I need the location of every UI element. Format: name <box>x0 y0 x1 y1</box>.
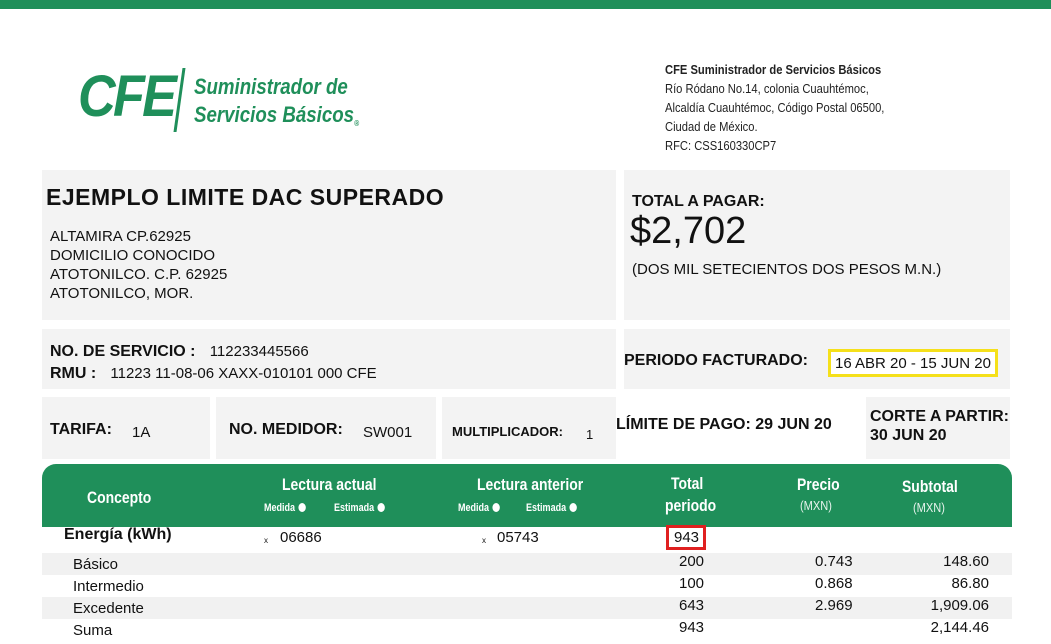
medida-dot-icon <box>492 503 500 512</box>
table-row: Básico 200 0.743 148.60 <box>42 553 1012 575</box>
company-address-2: Alcaldía Cuauhtémoc, Código Postal 06500… <box>665 100 885 115</box>
actual-estimate-marker: x <box>264 536 268 545</box>
customer-panel: EJEMPLO LIMITE DAC SUPERADO ALTAMIRA CP.… <box>42 170 616 320</box>
row-total: 200 <box>679 553 705 570</box>
row-concept: Suma <box>73 622 113 639</box>
customer-address: ALTAMIRA CP.62925 DOMICILIO CONOCIDO ATO… <box>50 227 227 303</box>
service-panel: NO. DE SERVICIO : 112233445566 RMU : 112… <box>42 329 616 389</box>
rmu-row: RMU : 11223 11-08-06 XAXX-010101 000 CFE <box>50 365 377 383</box>
total-label: TOTAL A PAGAR: <box>632 193 765 210</box>
cutoff-cell: CORTE A PARTIR: 30 JUN 20 <box>866 397 1010 459</box>
table-row: Suma 943 2,144.46 <box>42 619 1012 641</box>
cfe-logo: CFE Suministrador de Servicios Básicos® <box>78 66 368 136</box>
medida-dot-icon <box>298 503 306 512</box>
company-name: CFE Suministrador de Servicios Básicos <box>665 62 882 77</box>
row-price: 0.743 <box>815 553 853 570</box>
service-number-row: NO. DE SERVICIO : 112233445566 <box>50 343 309 361</box>
header-actual-estimada: Estimada <box>334 502 385 514</box>
customer-name: EJEMPLO LIMITE DAC SUPERADO <box>46 184 445 210</box>
header-concepto: Concepto <box>87 488 152 507</box>
header-total-periodo-2: periodo <box>665 496 717 515</box>
lectura-anterior-value: 05743 <box>497 529 539 546</box>
total-amount-words: (DOS MIL SETECIENTOS DOS PESOS M.N.) <box>632 261 942 278</box>
top-accent-bar <box>0 0 1051 9</box>
header-precio-unit: (MXN) <box>800 498 832 513</box>
logo-divider <box>173 68 186 132</box>
row-concept: Básico <box>73 556 119 573</box>
header-lectura-anterior: Lectura anterior <box>477 475 584 494</box>
due-date-cell: LÍMITE DE PAGO: 29 JUN 20 <box>616 397 866 459</box>
cutoff-label: CORTE A PARTIR: <box>870 408 1009 425</box>
row-total: 100 <box>679 575 705 592</box>
service-number-value: 112233445566 <box>209 343 309 360</box>
header-total-periodo-1: Total <box>671 474 704 493</box>
rmu-label: RMU : <box>50 365 97 382</box>
company-info: CFE Suministrador de Servicios Básicos R… <box>665 60 884 155</box>
row-subtotal: 148.60 <box>943 553 989 570</box>
consumption-table-header: Concepto Lectura actual Medida Estimada … <box>42 464 1012 528</box>
lectura-actual-value: 06686 <box>280 529 322 546</box>
customer-address-4: ATOTONILCO, MOR. <box>50 285 194 302</box>
energy-total-value: 943 <box>666 525 707 550</box>
multiplier-cell: MULTIPLICADOR: 1 <box>442 397 616 459</box>
row-total: 943 <box>679 619 705 636</box>
multiplier-value: 1 <box>586 427 594 442</box>
billing-period-panel: PERIODO FACTURADO: 16 ABR 20 - 15 JUN 20 <box>624 329 1010 389</box>
customer-address-3: ATOTONILCO. C.P. 62925 <box>50 266 228 283</box>
billing-period-value: 16 ABR 20 - 15 JUN 20 <box>828 349 998 377</box>
billing-period-label: PERIODO FACTURADO: <box>624 352 808 369</box>
logo-mark: CFE <box>78 64 177 129</box>
company-address-1: Río Ródano No.14, colonia Cuauhtémoc, <box>665 81 869 96</box>
header-precio: Precio <box>797 475 840 494</box>
logo-line2: Servicios Básicos® <box>194 102 360 128</box>
row-subtotal: 86.80 <box>951 575 989 592</box>
service-number-label: NO. DE SERVICIO : <box>50 343 196 360</box>
table-row: Excedente 643 2.969 1,909.06 <box>42 597 1012 619</box>
row-total: 643 <box>679 597 705 614</box>
cutoff-date: 30 JUN 20 <box>870 427 947 444</box>
customer-address-1: ALTAMIRA CP.62925 <box>50 228 191 245</box>
row-price: 0.868 <box>815 575 853 592</box>
company-rfc: RFC: CSS160330CP7 <box>665 138 777 153</box>
row-subtotal: 1,909.06 <box>930 597 989 614</box>
logo-line1: Suministrador de <box>194 74 348 99</box>
estimada-dot-icon <box>569 503 577 512</box>
header-anterior-estimada: Estimada <box>526 502 577 514</box>
header-actual-medida: Medida <box>264 502 306 514</box>
tariff-label: TARIFA: <box>50 421 112 438</box>
row-subtotal: 2,144.46 <box>930 619 989 636</box>
company-address-3: Ciudad de México. <box>665 119 758 134</box>
estimada-dot-icon <box>377 503 385 512</box>
total-panel: TOTAL A PAGAR: $2,702 (DOS MIL SETECIENT… <box>624 170 1010 320</box>
meter-label: NO. MEDIDOR: <box>229 421 343 438</box>
meter-cell: NO. MEDIDOR: SW001 <box>216 397 436 459</box>
header-anterior-medida: Medida <box>458 502 500 514</box>
due-date-label: LÍMITE DE PAGO: 29 JUN 20 <box>616 416 832 433</box>
total-amount: $2,702 <box>630 210 747 252</box>
multiplier-label: MULTIPLICADOR: <box>452 424 563 439</box>
row-concept: Excedente <box>73 600 144 617</box>
energy-row: Energía (kWh) x 06686 x 05743 943 <box>42 525 1012 553</box>
rmu-value: 11223 11-08-06 XAXX-010101 000 CFE <box>110 365 377 382</box>
previous-estimate-marker: x <box>482 536 486 545</box>
table-row: Intermedio 100 0.868 86.80 <box>42 575 1012 597</box>
row-price: 2.969 <box>815 597 853 614</box>
row-concept: Intermedio <box>73 578 144 595</box>
energy-label: Energía (kWh) <box>64 526 172 543</box>
tariff-value: 1A <box>132 424 151 441</box>
header-subtotal-unit: (MXN) <box>913 500 945 515</box>
customer-address-2: DOMICILIO CONOCIDO <box>50 247 216 264</box>
tariff-cell: TARIFA: 1A <box>42 397 210 459</box>
header-subtotal: Subtotal <box>902 477 958 496</box>
meter-value: SW001 <box>363 424 413 441</box>
header-lectura-actual: Lectura actual <box>282 475 377 494</box>
